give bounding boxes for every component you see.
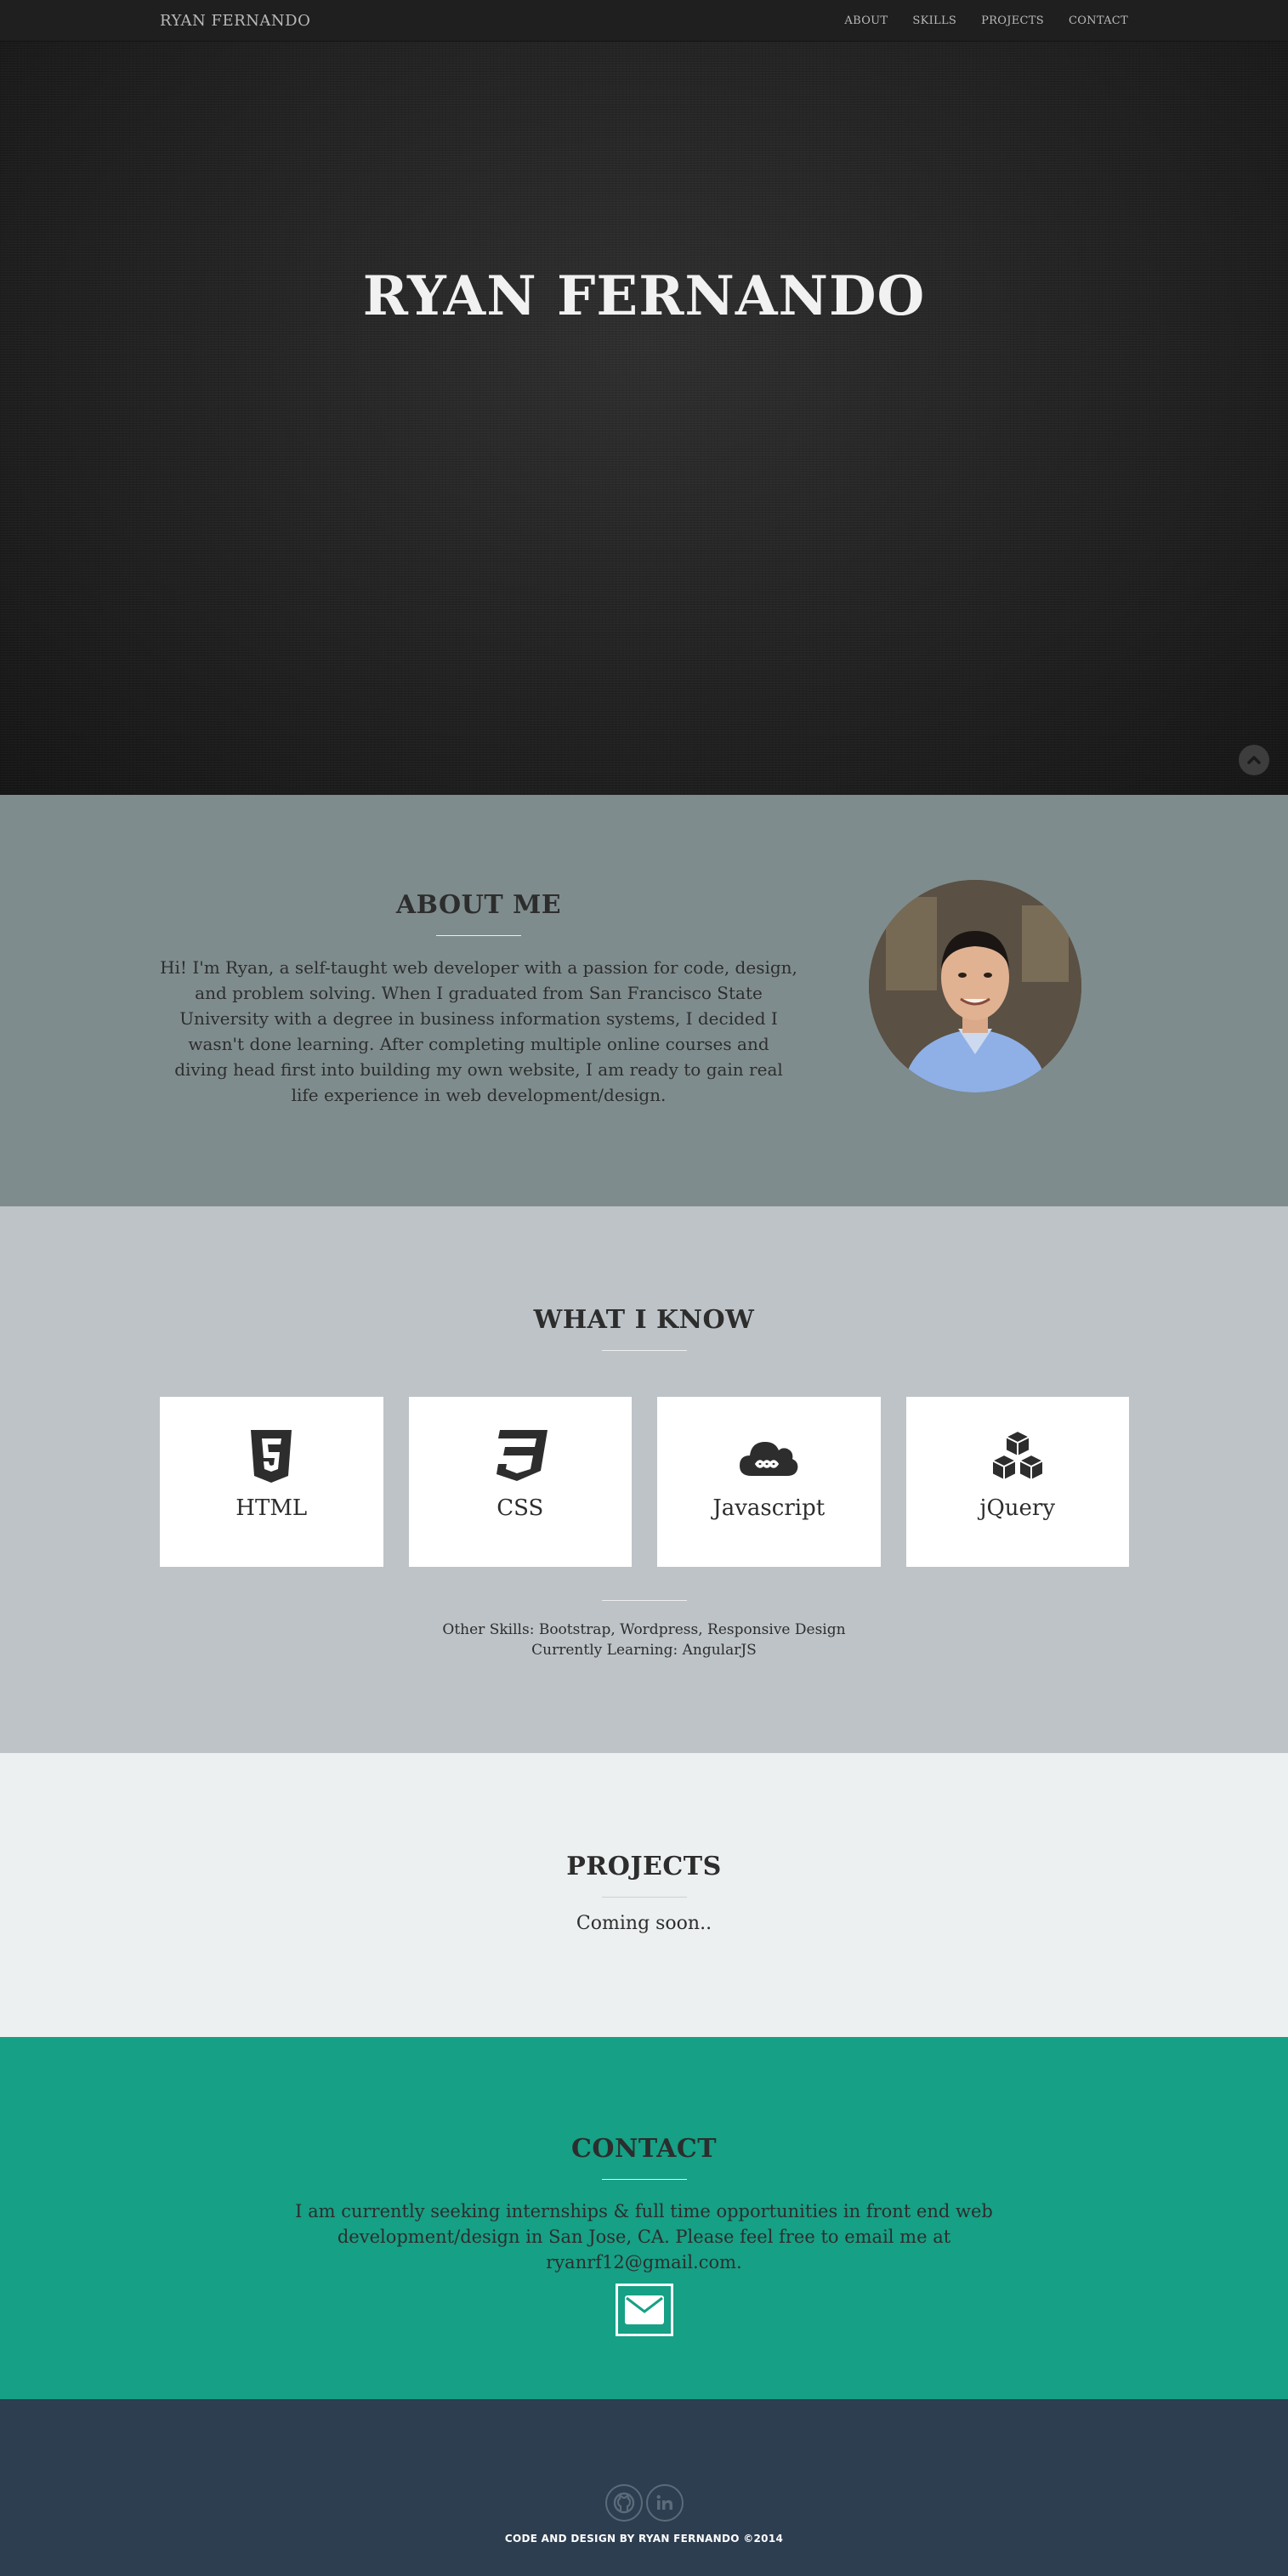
currently-learning-text: Currently Learning: AngularJS — [531, 1642, 757, 1659]
cubes-icon — [984, 1429, 1052, 1484]
nav-link-skills[interactable]: SKILLS — [912, 14, 956, 27]
skills-heading: WHAT I KNOW — [533, 1305, 755, 1335]
scroll-down-button[interactable] — [1239, 745, 1269, 775]
other-skills-text: Other Skills: Bootstrap, Wordpress, Resp… — [442, 1621, 846, 1638]
about-section: ABOUT ME Hi! I'm Ryan, a self-taught web… — [0, 795, 1288, 1206]
projects-text: Coming soon.. — [576, 1913, 712, 1934]
contact-divider — [601, 2179, 687, 2180]
portrait-illustration — [869, 880, 1081, 1092]
skill-card-html: HTML — [160, 1397, 383, 1567]
navbar: RYAN FERNANDO ABOUT SKILLS PROJECTS CONT… — [0, 0, 1288, 42]
social-links — [0, 2484, 1288, 2522]
skill-card-jquery: jQuery — [905, 1397, 1129, 1567]
skill-label: HTML — [235, 1495, 308, 1521]
skill-label: jQuery — [979, 1495, 1056, 1521]
about-heading: ABOUT ME — [395, 890, 562, 920]
envelope-icon — [624, 2295, 664, 2324]
hero-section: RYAN FERNANDO — [0, 42, 1288, 795]
cloud-infinity-icon — [735, 1429, 803, 1484]
chevron-up-icon — [1247, 756, 1261, 764]
projects-divider — [601, 1897, 687, 1898]
linkedin-icon — [656, 2494, 672, 2510]
skill-card-css: CSS — [408, 1397, 632, 1567]
skill-label: Javascript — [712, 1495, 826, 1521]
nav-link-about[interactable]: ABOUT — [844, 14, 888, 27]
skill-card-javascript: Javascript — [657, 1397, 881, 1567]
contact-heading: CONTACT — [570, 2134, 718, 2164]
contact-section: CONTACT I am currently seeking internshi… — [0, 2037, 1288, 2399]
brand-link[interactable]: RYAN FERNANDO — [160, 12, 310, 30]
nav-link-projects[interactable]: PROJECTS — [981, 14, 1044, 27]
email-button[interactable] — [615, 2284, 673, 2336]
github-link[interactable] — [604, 2484, 643, 2522]
footer: CODE AND DESIGN BY RYAN FERNANDO ©2014 — [0, 2399, 1288, 2576]
profile-photo — [869, 880, 1081, 1092]
skills-section: WHAT I KNOW HTML CSS Javascript jQuery O… — [0, 1206, 1288, 1753]
projects-heading: PROJECTS — [566, 1852, 722, 1881]
skill-label: CSS — [496, 1495, 544, 1521]
github-icon — [613, 2492, 634, 2514]
html5-icon — [237, 1429, 305, 1484]
hero-title: RYAN FERNANDO — [362, 264, 926, 328]
skills-footer-divider — [601, 1600, 687, 1601]
about-divider — [436, 935, 521, 936]
skills-divider — [601, 1350, 687, 1351]
contact-text: I am currently seeking internships & ful… — [295, 2201, 993, 2272]
nav-links: ABOUT SKILLS PROJECTS CONTACT — [844, 14, 1128, 27]
skill-cards: HTML CSS Javascript jQuery — [160, 1397, 1129, 1567]
css3-icon — [486, 1429, 554, 1484]
projects-section: PROJECTS Coming soon.. — [0, 1753, 1288, 2037]
about-body: Hi! I'm Ryan, a self-taught web develope… — [160, 957, 797, 1105]
copyright-text: CODE AND DESIGN BY RYAN FERNANDO ©2014 — [504, 2533, 784, 2545]
linkedin-link[interactable] — [645, 2484, 684, 2522]
nav-link-contact[interactable]: CONTACT — [1069, 14, 1128, 27]
